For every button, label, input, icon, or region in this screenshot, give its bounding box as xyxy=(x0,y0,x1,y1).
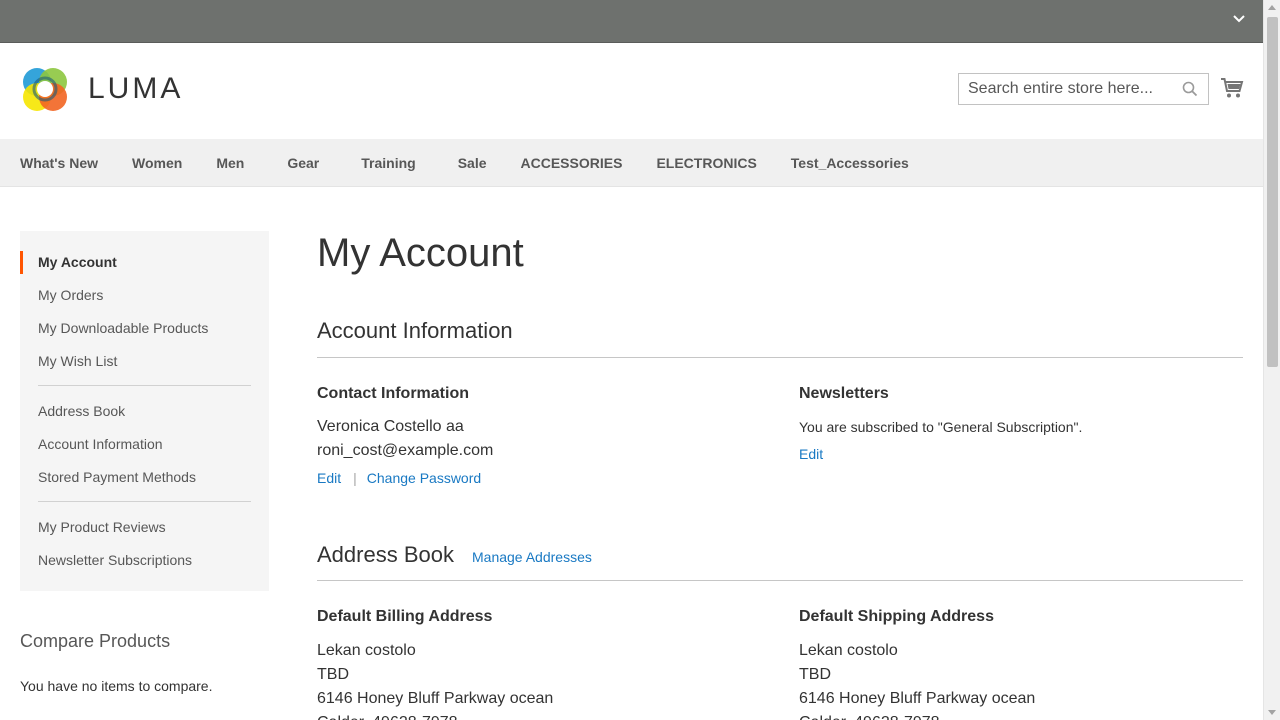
chevron-down-icon[interactable] xyxy=(1232,12,1246,26)
address-book-actions: Manage Addresses xyxy=(472,549,592,565)
luma-logo-icon xyxy=(23,68,67,111)
billing-address-line: Lekan costolo xyxy=(317,642,416,659)
address-book-title: Address Book xyxy=(317,542,454,567)
change-password-link[interactable]: Change Password xyxy=(367,470,481,486)
nav-item-whats-new[interactable]: What's New xyxy=(20,155,98,171)
compare-products-title: Compare Products xyxy=(20,631,171,651)
nav-item-test-accessories[interactable]: Test_Accessories xyxy=(791,155,909,171)
default-shipping-address-title: Default Shipping Address xyxy=(799,608,994,625)
sidebar-item-account-information[interactable]: Account Information xyxy=(20,433,269,466)
page-scrollbar[interactable] xyxy=(1263,0,1280,720)
scroll-up-icon[interactable] xyxy=(1268,5,1276,10)
sidebar-item-stored-payment-methods[interactable]: Stored Payment Methods xyxy=(20,466,269,499)
edit-newsletter-link[interactable]: Edit xyxy=(799,446,823,462)
billing-address-line: 6146 Honey Bluff Parkway ocean xyxy=(317,690,554,707)
page-title: My Account xyxy=(317,231,524,275)
customer-name: Veronica Costello aa xyxy=(317,418,464,435)
sidebar-item-address-book[interactable]: Address Book xyxy=(20,400,269,433)
search-box xyxy=(958,73,1209,105)
scroll-down-icon[interactable] xyxy=(1268,710,1276,715)
action-separator: | xyxy=(353,470,357,486)
account-sidebar: My Account My Orders My Downloadable Pro… xyxy=(20,231,269,591)
manage-addresses-link[interactable]: Manage Addresses xyxy=(472,549,592,565)
page-header: LUMA xyxy=(0,43,1263,139)
account-information-title: Account Information xyxy=(317,318,513,343)
scrollbar-thumb[interactable] xyxy=(1267,17,1278,367)
sidebar-item-newsletter-subscriptions[interactable]: Newsletter Subscriptions xyxy=(20,549,269,582)
newsletter-status-text: You are subscribed to "General Subscript… xyxy=(799,419,1083,435)
nav-item-women[interactable]: Women xyxy=(132,155,182,171)
nav-item-electronics[interactable]: ELECTRONICS xyxy=(656,155,756,171)
search-icon[interactable] xyxy=(1182,81,1198,97)
default-billing-address-title: Default Billing Address xyxy=(317,608,493,625)
nav-item-men[interactable]: Men xyxy=(216,155,244,171)
sidebar-item-downloadable-products[interactable]: My Downloadable Products xyxy=(20,317,269,350)
newsletters-title: Newsletters xyxy=(799,385,889,402)
nav-item-accessories[interactable]: ACCESSORIES xyxy=(521,155,623,171)
nav-item-gear[interactable]: Gear xyxy=(287,155,319,171)
nav-item-training[interactable]: Training xyxy=(361,155,415,171)
sidebar-divider xyxy=(38,501,251,502)
nav-item-sale[interactable]: Sale xyxy=(458,155,487,171)
section-divider xyxy=(317,580,1243,581)
logo-text: LUMA xyxy=(88,72,184,105)
contact-information-title: Contact Information xyxy=(317,385,469,402)
main-navigation: What's New Women Men Gear Training Sale … xyxy=(0,139,1263,187)
sidebar-item-wish-list[interactable]: My Wish List xyxy=(20,350,269,383)
cart-icon xyxy=(1221,78,1244,98)
sidebar-item-my-account[interactable]: My Account xyxy=(20,251,269,284)
search-input[interactable] xyxy=(959,74,1169,104)
billing-address-line: Calder, 49628-7978 xyxy=(317,711,458,720)
billing-address-line: TBD xyxy=(317,666,349,683)
shipping-address-line: 6146 Honey Bluff Parkway ocean xyxy=(799,690,1036,707)
shipping-address-line: Calder, 49628-7978 xyxy=(799,711,940,720)
store-logo[interactable]: LUMA xyxy=(20,64,183,114)
sidebar-item-my-orders[interactable]: My Orders xyxy=(20,284,269,317)
section-divider xyxy=(317,357,1243,358)
edit-contact-link[interactable]: Edit xyxy=(317,470,341,486)
compare-empty-text: You have no items to compare. xyxy=(20,678,213,694)
shipping-address-line: TBD xyxy=(799,666,831,683)
sidebar-divider xyxy=(38,385,251,386)
contact-actions: Edit | Change Password xyxy=(317,470,481,486)
customer-email: roni_cost@example.com xyxy=(317,442,494,459)
sidebar-item-product-reviews[interactable]: My Product Reviews xyxy=(20,516,269,549)
top-panel xyxy=(0,0,1263,43)
minicart-button[interactable] xyxy=(1220,77,1244,104)
newsletter-actions: Edit xyxy=(799,446,823,462)
shipping-address-line: Lekan costolo xyxy=(799,642,898,659)
